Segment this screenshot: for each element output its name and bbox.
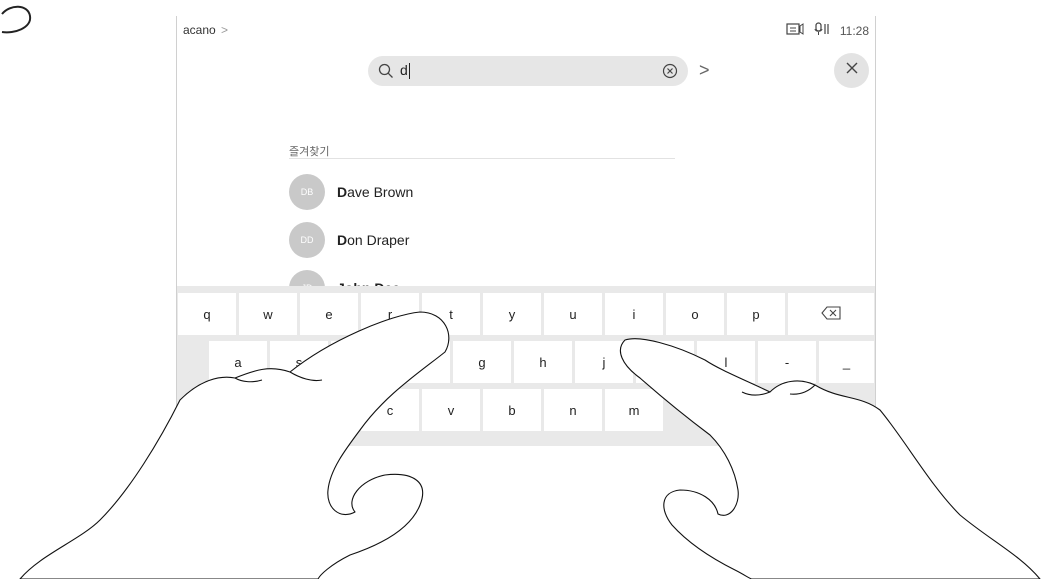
- touch-panel-screen: acano > 11:28 d > 즐겨찾기 DB Dave Brown DD …: [176, 16, 876, 446]
- avatar: DD: [289, 222, 325, 258]
- key-j[interactable]: j: [575, 341, 633, 383]
- contact-row[interactable]: DB Dave Brown: [289, 174, 413, 210]
- key-i[interactable]: i: [605, 293, 663, 335]
- key-f[interactable]: f: [392, 341, 450, 383]
- key-underscore[interactable]: _: [819, 341, 874, 383]
- backspace-icon: [821, 305, 841, 323]
- name-match: D: [337, 184, 348, 200]
- text-cursor: [408, 63, 410, 80]
- avatar: DB: [289, 174, 325, 210]
- clock: 11:28: [839, 23, 869, 38]
- key-h[interactable]: h: [514, 341, 572, 383]
- favorites-heading: 즐겨찾기: [289, 146, 330, 158]
- key-x[interactable]: x: [300, 389, 358, 431]
- search-submit-chevron[interactable]: >: [699, 60, 710, 81]
- close-button[interactable]: [834, 53, 869, 88]
- key-v[interactable]: v: [422, 389, 480, 431]
- key-a[interactable]: a: [209, 341, 267, 383]
- key-q[interactable]: q: [178, 293, 236, 335]
- clear-icon[interactable]: [662, 63, 678, 84]
- key-m[interactable]: m: [605, 389, 663, 431]
- key-o[interactable]: o: [666, 293, 724, 335]
- key-e[interactable]: e: [300, 293, 358, 335]
- key-k[interactable]: k: [636, 341, 694, 383]
- key-hyphen[interactable]: -: [758, 341, 816, 383]
- key-l[interactable]: l: [697, 341, 755, 383]
- name-rest: on Draper: [347, 232, 410, 248]
- search-icon: [378, 63, 394, 84]
- search-query: d: [400, 62, 410, 80]
- backspace-key[interactable]: [788, 293, 874, 335]
- contact-row[interactable]: DD Don Draper: [289, 222, 409, 258]
- name-rest: ave Brown: [347, 184, 414, 200]
- status-indicators: 11:28: [786, 22, 869, 39]
- name-match: D: [337, 232, 348, 248]
- search-query-text: d: [400, 62, 408, 78]
- key-r[interactable]: r: [361, 293, 419, 335]
- key-d[interactable]: d: [331, 341, 389, 383]
- key-z[interactable]: z: [239, 389, 297, 431]
- key-u[interactable]: u: [544, 293, 602, 335]
- step-number-graphic: [0, 0, 40, 40]
- mic-icon[interactable]: [814, 22, 830, 39]
- screen-share-icon[interactable]: [786, 23, 804, 38]
- system-name[interactable]: acano >: [183, 23, 228, 37]
- favorites-divider: [289, 158, 675, 159]
- key-t[interactable]: t: [422, 293, 480, 335]
- key-c[interactable]: c: [361, 389, 419, 431]
- key-g[interactable]: g: [453, 341, 511, 383]
- search-field[interactable]: d: [368, 56, 688, 86]
- key-y[interactable]: y: [483, 293, 541, 335]
- on-screen-keyboard: q w e r t y u i o p a s d f g h j k l - …: [177, 286, 875, 446]
- key-p[interactable]: p: [727, 293, 785, 335]
- key-s[interactable]: s: [270, 341, 328, 383]
- system-name-chevron: >: [221, 23, 229, 37]
- close-icon: [845, 61, 859, 80]
- key-w[interactable]: w: [239, 293, 297, 335]
- key-n[interactable]: n: [544, 389, 602, 431]
- key-b[interactable]: b: [483, 389, 541, 431]
- system-name-label: acano: [183, 23, 216, 37]
- contact-name: Don Draper: [337, 232, 409, 248]
- contact-name: Dave Brown: [337, 184, 413, 200]
